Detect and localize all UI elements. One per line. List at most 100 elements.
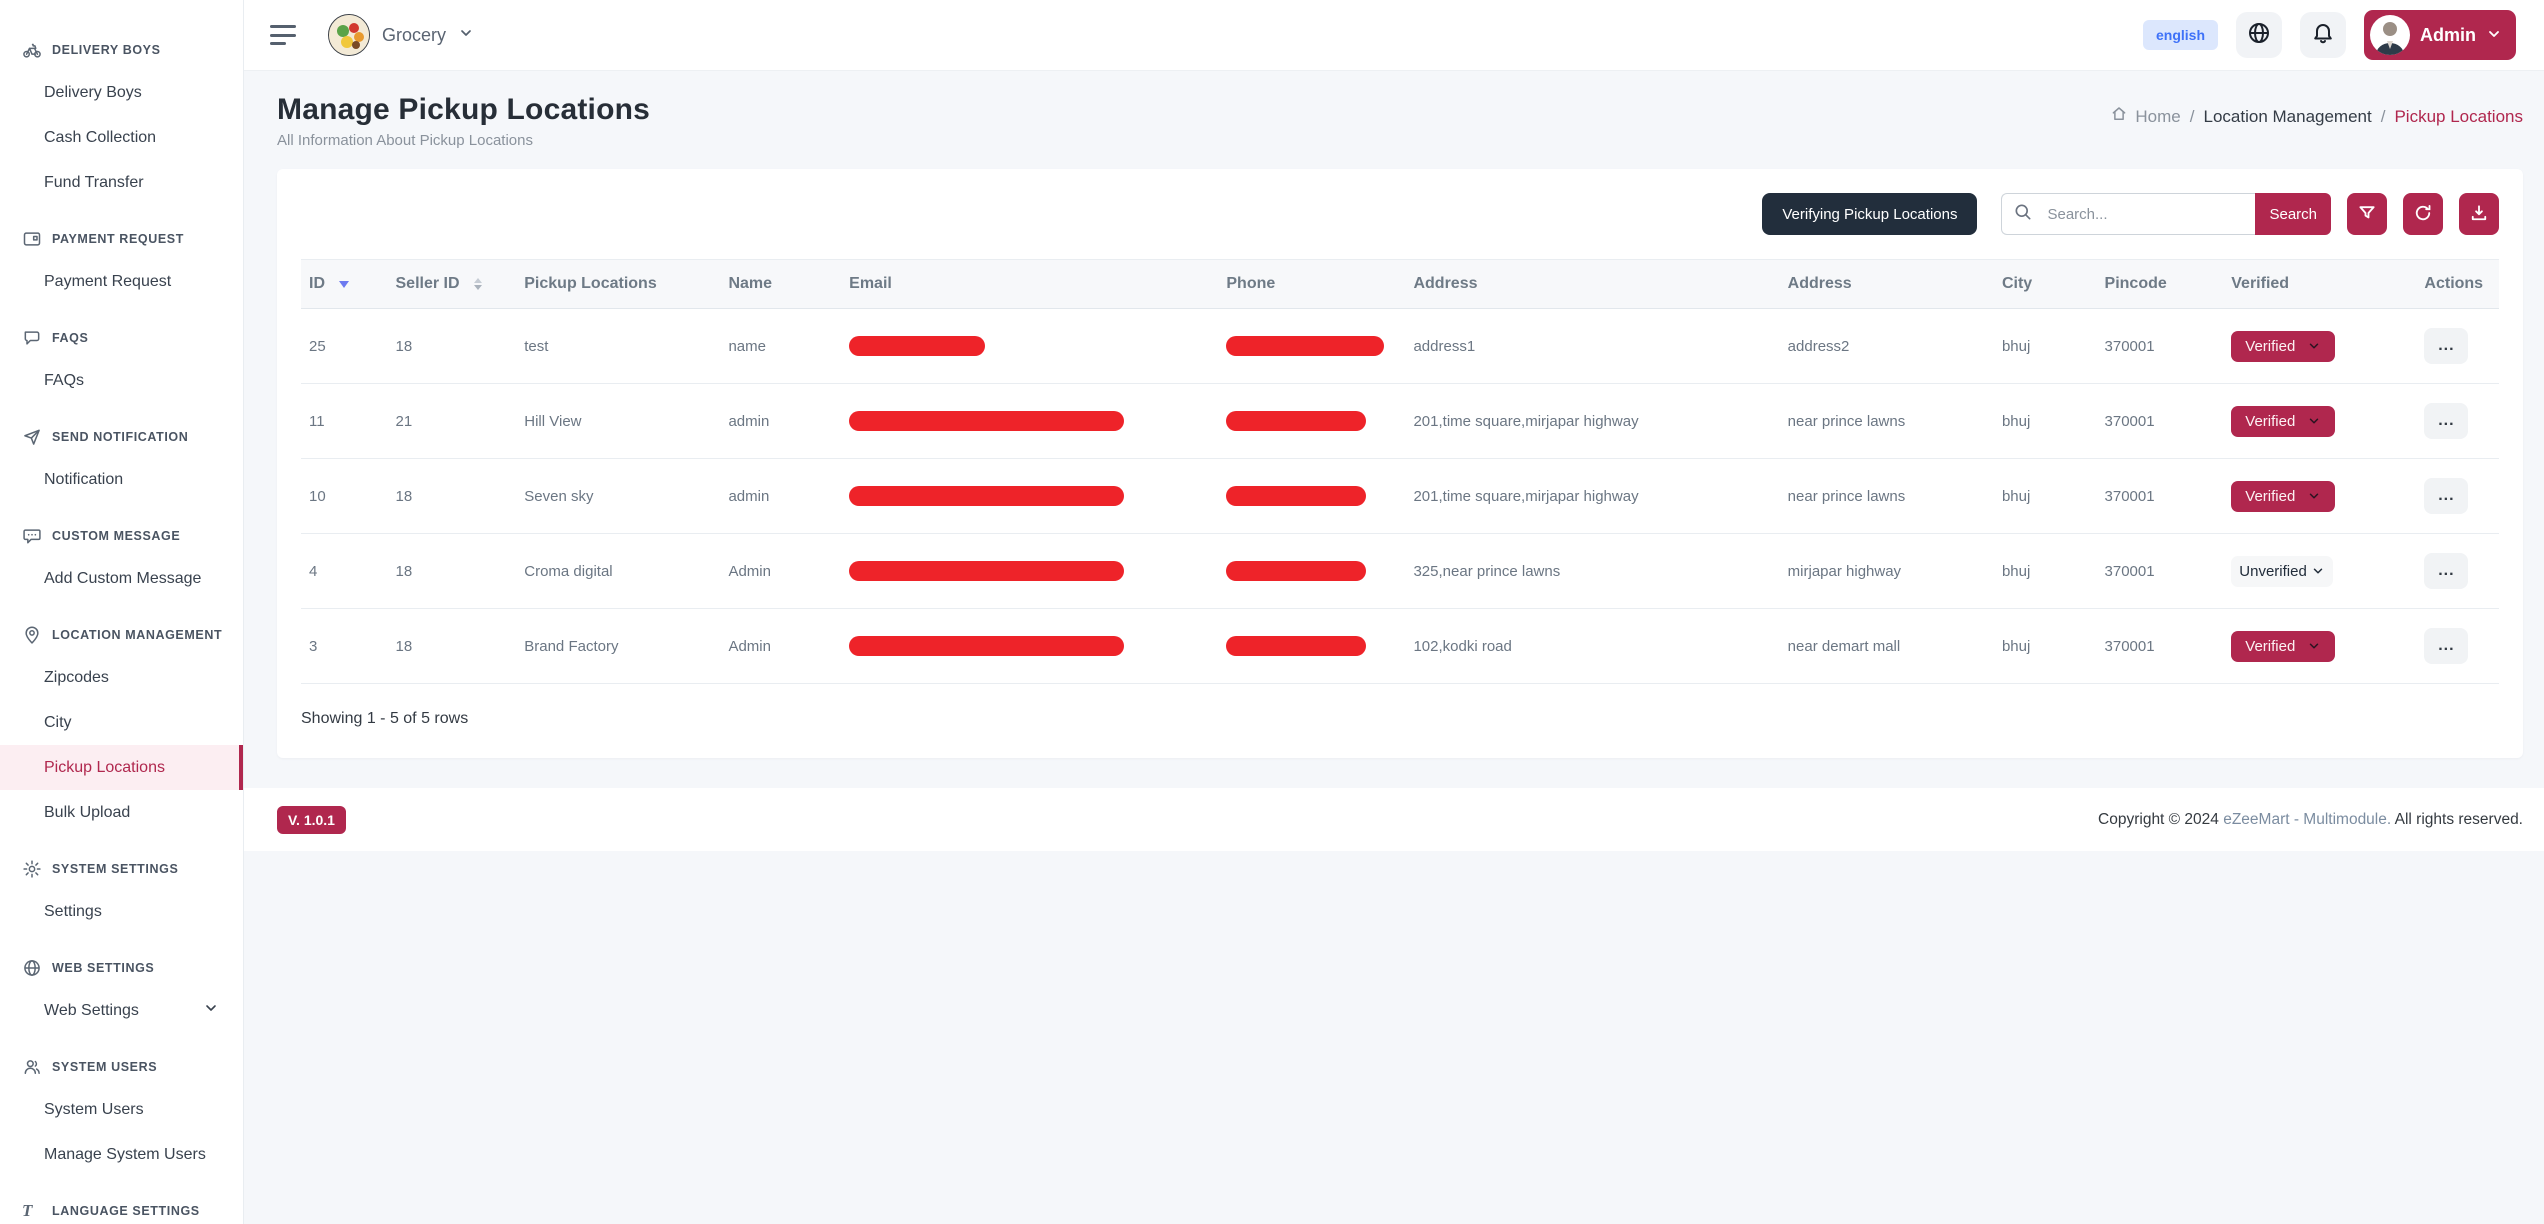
sidebar-item-label: Add Custom Message bbox=[44, 570, 201, 588]
cell-city: bhuj bbox=[1994, 609, 2097, 684]
copyright-text: Copyright © 2024 eZeeMart - Multimodule.… bbox=[2098, 811, 2523, 829]
sidebar-section-faqs: FAQS bbox=[0, 318, 243, 358]
breadcrumb-home[interactable]: Home bbox=[2110, 105, 2180, 128]
cell-seller-id: 18 bbox=[388, 534, 517, 609]
sidebar-section-label: CUSTOM MESSAGE bbox=[52, 529, 180, 543]
row-actions-button[interactable]: ... bbox=[2424, 478, 2468, 514]
chevron-down-icon bbox=[2486, 26, 2502, 45]
breadcrumb-location-management[interactable]: Location Management bbox=[2204, 107, 2372, 127]
sidebar-item-bulk-upload[interactable]: Bulk Upload bbox=[0, 790, 243, 835]
cell-actions: ... bbox=[2416, 609, 2499, 684]
ellipsis-icon: ... bbox=[2438, 337, 2454, 354]
sidebar-item-pickup-locations[interactable]: Pickup Locations bbox=[0, 745, 243, 790]
cell-email bbox=[841, 384, 1218, 459]
cell-email bbox=[841, 534, 1218, 609]
cell-address2: near demart mall bbox=[1780, 609, 1994, 684]
sidebar-item-label: Payment Request bbox=[44, 273, 171, 291]
filter-button[interactable] bbox=[2347, 193, 2387, 235]
pickup-locations-card: Verifying Pickup Locations Search bbox=[277, 169, 2523, 758]
cell-pickup-location: Croma digital bbox=[516, 534, 720, 609]
cell-pickup-location: test bbox=[516, 309, 720, 384]
sidebar-section-system-users: SYSTEM USERS bbox=[0, 1047, 243, 1087]
sidebar-item-cash-collection[interactable]: Cash Collection bbox=[0, 115, 243, 160]
app-root: DELIVERY BOYSDelivery BoysCash Collectio… bbox=[0, 0, 2544, 1224]
verified-status-dropdown[interactable]: Verified bbox=[2231, 406, 2335, 437]
page-title: Manage Pickup Locations bbox=[277, 93, 650, 127]
sidebar-section-location-management: LOCATION MANAGEMENT bbox=[0, 615, 243, 655]
table-row: 418Croma digitalAdmin325,near prince law… bbox=[301, 534, 2499, 609]
cell-seller-id: 18 bbox=[388, 459, 517, 534]
cell-address2: address2 bbox=[1780, 309, 1994, 384]
sort-desc-icon[interactable] bbox=[339, 281, 349, 288]
chevron-down-icon bbox=[458, 25, 474, 46]
cell-address1: 201,time square,mirjapar highway bbox=[1405, 459, 1779, 534]
cell-pincode: 370001 bbox=[2097, 459, 2224, 534]
sort-icon[interactable] bbox=[474, 278, 482, 290]
language-badge[interactable]: english bbox=[2143, 20, 2218, 50]
verified-status-dropdown[interactable]: Verified bbox=[2231, 631, 2335, 662]
cell-phone bbox=[1218, 534, 1405, 609]
chevron-down-icon bbox=[2307, 414, 2321, 428]
main-area: Grocery english Admin bbox=[244, 0, 2544, 1224]
verifying-pickup-locations-button[interactable]: Verifying Pickup Locations bbox=[1762, 193, 1977, 235]
notifications-button[interactable] bbox=[2300, 12, 2346, 58]
sidebar-item-zipcodes[interactable]: Zipcodes bbox=[0, 655, 243, 700]
cell-pickup-location: Seven sky bbox=[516, 459, 720, 534]
row-actions-button[interactable]: ... bbox=[2424, 403, 2468, 439]
ellipsis-icon: ... bbox=[2438, 637, 2454, 654]
download-button[interactable] bbox=[2459, 193, 2499, 235]
globe-button[interactable] bbox=[2236, 12, 2282, 58]
sidebar-item-web-settings[interactable]: Web Settings bbox=[0, 988, 243, 1033]
row-actions-button[interactable]: ... bbox=[2424, 553, 2468, 589]
hamburger-menu-icon[interactable] bbox=[270, 25, 296, 45]
page-header: Manage Pickup Locations All Information … bbox=[244, 71, 2544, 163]
redacted-phone-bar bbox=[1226, 561, 1366, 581]
sidebar-section-delivery-boys: DELIVERY BOYS bbox=[0, 30, 243, 70]
sidebar-item-payment-request[interactable]: Payment Request bbox=[0, 259, 243, 304]
search-button[interactable]: Search bbox=[2255, 193, 2331, 235]
cell-pincode: 370001 bbox=[2097, 534, 2224, 609]
home-icon bbox=[2110, 105, 2128, 128]
cell-name: admin bbox=[720, 459, 841, 534]
page-subtitle: All Information About Pickup Locations bbox=[277, 132, 650, 149]
cell-city: bhuj bbox=[1994, 534, 2097, 609]
sidebar-item-settings[interactable]: Settings bbox=[0, 889, 243, 934]
sidebar-item-faqs[interactable]: FAQs bbox=[0, 358, 243, 403]
row-actions-button[interactable]: ... bbox=[2424, 328, 2468, 364]
version-badge: V. 1.0.1 bbox=[277, 806, 346, 834]
redacted-phone-bar bbox=[1226, 486, 1366, 506]
sidebar-item-fund-transfer[interactable]: Fund Transfer bbox=[0, 160, 243, 205]
admin-menu-button[interactable]: Admin bbox=[2364, 10, 2516, 60]
sidebar-item-label: System Users bbox=[44, 1101, 144, 1119]
sidebar-item-system-users[interactable]: System Users bbox=[0, 1087, 243, 1132]
refresh-button[interactable] bbox=[2403, 193, 2443, 235]
verified-status-dropdown[interactable]: Unverified bbox=[2231, 556, 2333, 587]
column-header-seller-id[interactable]: Seller ID bbox=[388, 260, 517, 309]
store-switcher[interactable]: Grocery bbox=[328, 14, 474, 56]
cell-id: 10 bbox=[301, 459, 388, 534]
sidebar-item-city[interactable]: City bbox=[0, 700, 243, 745]
sidebar-item-label: Settings bbox=[44, 903, 102, 921]
verified-status-dropdown[interactable]: Verified bbox=[2231, 481, 2335, 512]
row-actions-button[interactable]: ... bbox=[2424, 628, 2468, 664]
language-icon: T bbox=[22, 1201, 42, 1221]
sidebar-section-label: WEB SETTINGS bbox=[52, 961, 154, 975]
cell-city: bhuj bbox=[1994, 309, 2097, 384]
cell-pincode: 370001 bbox=[2097, 309, 2224, 384]
verified-status-dropdown[interactable]: Verified bbox=[2231, 331, 2335, 362]
brand-name: Grocery bbox=[382, 25, 446, 46]
sidebar-item-label: Bulk Upload bbox=[44, 804, 130, 822]
sidebar-item-notification[interactable]: Notification bbox=[0, 457, 243, 502]
sidebar-item-delivery-boys[interactable]: Delivery Boys bbox=[0, 70, 243, 115]
sidebar-item-add-custom-message[interactable]: Add Custom Message bbox=[0, 556, 243, 601]
cell-address1: 201,time square,mirjapar highway bbox=[1405, 384, 1779, 459]
sidebar-item-manage-system-users[interactable]: Manage System Users bbox=[0, 1132, 243, 1177]
cell-address2: near prince lawns bbox=[1780, 384, 1994, 459]
column-header-id[interactable]: ID bbox=[301, 260, 388, 309]
admin-avatar bbox=[2370, 15, 2410, 55]
pickup-locations-table: IDSeller IDPickup LocationsNameEmailPhon… bbox=[301, 259, 2499, 684]
table-row: 2518testnameaddress1address2bhuj370001Ve… bbox=[301, 309, 2499, 384]
cell-pincode: 370001 bbox=[2097, 609, 2224, 684]
cell-seller-id: 18 bbox=[388, 309, 517, 384]
search-input[interactable] bbox=[2043, 193, 2255, 235]
